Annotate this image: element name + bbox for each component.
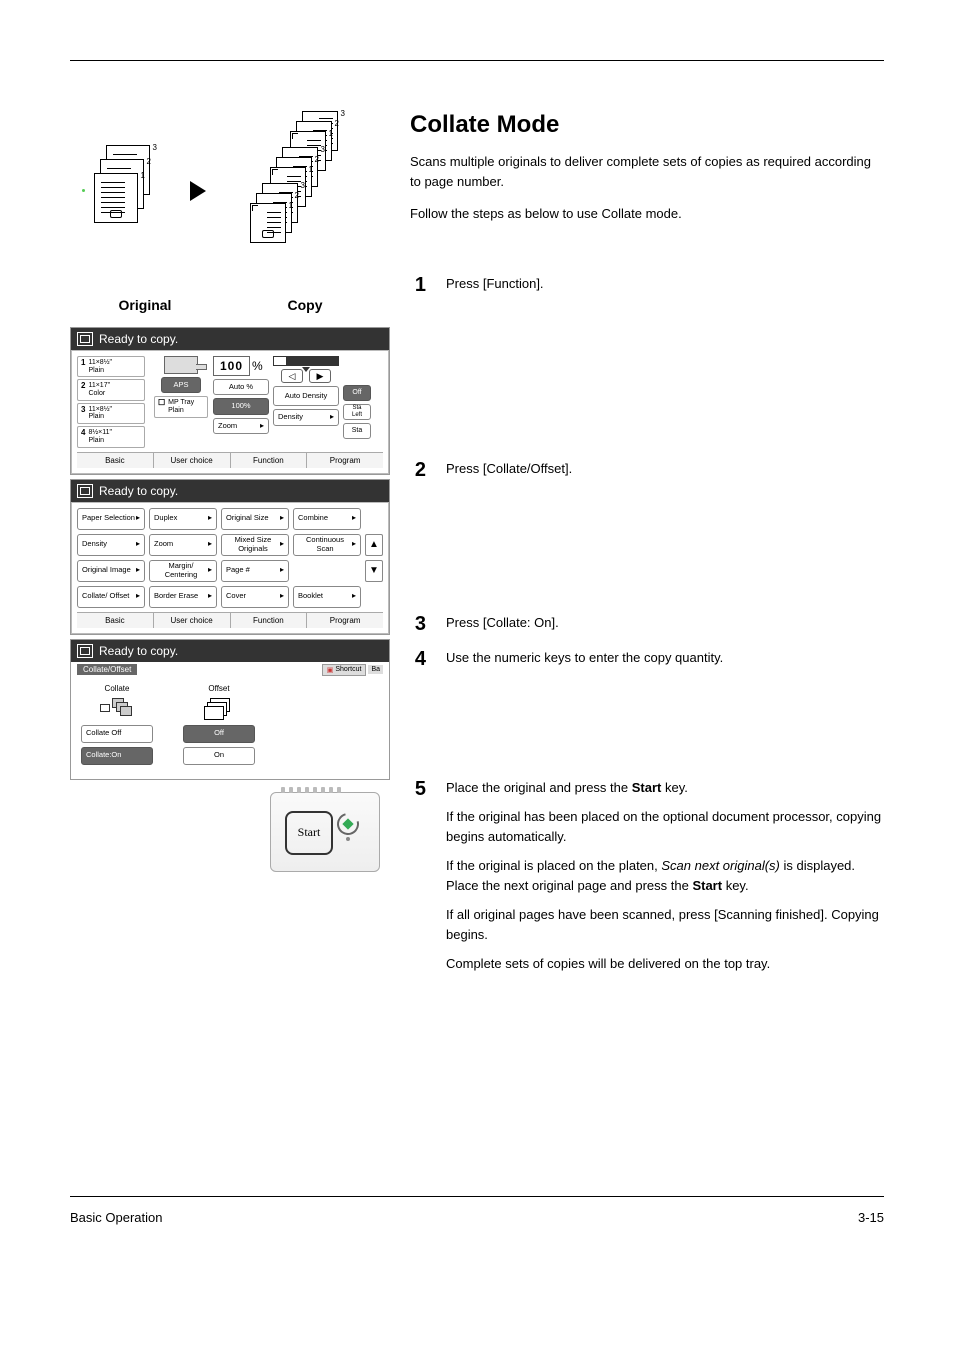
density-button[interactable]: Density▸ <box>273 409 339 426</box>
section-title: Collate Mode <box>410 111 884 139</box>
tab-program[interactable]: Program <box>306 452 383 468</box>
fn-density[interactable]: Density▸ <box>77 534 145 556</box>
offset-on-button[interactable]: On <box>183 747 255 765</box>
tab-program[interactable]: Program <box>306 612 383 628</box>
step-4-num: 4 <box>410 648 426 678</box>
label-original: Original <box>70 297 220 313</box>
fn-collate-offset[interactable]: Collate/ Offset▸ <box>77 586 145 608</box>
step-5-text: Place the original and press the Start k… <box>446 778 884 984</box>
scroll-down[interactable]: ▼ <box>365 560 383 582</box>
fn-paper-selection[interactable]: Paper Selection▸ <box>77 508 145 530</box>
fn-zoom[interactable]: Zoom▸ <box>149 534 217 556</box>
step-2-text: Press [Collate/Offset]. <box>446 459 884 479</box>
col-offset-header: Offset <box>183 684 255 693</box>
density-right[interactable]: ▶ <box>309 369 331 383</box>
screen-basic: Ready to copy. 111×8½"Plain 211×17"Color… <box>70 327 390 475</box>
aps-button[interactable]: APS <box>161 377 201 393</box>
offset-icon <box>183 697 255 721</box>
tab-userchoice[interactable]: User choice <box>153 452 230 468</box>
adf-icon <box>164 356 198 374</box>
step-1-text: Press [Function]. <box>446 274 884 294</box>
footer-left: Basic Operation <box>70 1210 163 1225</box>
tab-userchoice[interactable]: User choice <box>153 612 230 628</box>
collate-on-button[interactable]: Collate:On <box>81 747 153 765</box>
back-button[interactable]: Ba <box>368 665 383 674</box>
step-3-num: 3 <box>410 613 426 643</box>
fn-border-erase[interactable]: Border Erase▸ <box>149 586 217 608</box>
collate-icon <box>81 697 153 721</box>
tab-basic[interactable]: Basic <box>77 452 153 468</box>
staple-left[interactable]: Sta Left <box>343 404 371 420</box>
screen-collate-offset: Ready to copy. Collate/Offset ▣Shortcut … <box>70 639 390 780</box>
footer-right: 3-15 <box>858 1210 884 1225</box>
mp-tray[interactable]: ☐MP TrayPlain <box>154 396 208 417</box>
intro-p2: Follow the steps as below to use Collate… <box>410 204 884 224</box>
start-key[interactable]: Start <box>285 811 333 855</box>
screen-title: Ready to copy. <box>99 484 178 498</box>
tray-2[interactable]: 211×17"Color <box>77 379 145 400</box>
fn-original-size[interactable]: Original Size▸ <box>221 508 289 530</box>
intro-p1: Scans multiple originals to deliver comp… <box>410 152 884 191</box>
fn-page-num[interactable]: Page #▸ <box>221 560 289 582</box>
screen-function: Ready to copy. Paper Selection▸ Duplex▸ … <box>70 479 390 635</box>
staple-off[interactable]: Off <box>343 385 371 401</box>
step-4-text: Use the numeric keys to enter the copy q… <box>446 648 884 668</box>
start-key-area: Start <box>70 792 390 872</box>
fn-duplex[interactable]: Duplex▸ <box>149 508 217 530</box>
tray-3[interactable]: 311×8½"Plain <box>77 403 145 424</box>
step-1-num: 1 <box>410 274 426 304</box>
start-led-icon <box>337 813 359 835</box>
zoom-readout: 100 <box>213 356 250 376</box>
step-5-num: 5 <box>410 778 426 984</box>
auto-pct-button[interactable]: Auto % <box>213 379 269 395</box>
tab-function[interactable]: Function <box>230 452 307 468</box>
doc-icon <box>77 332 93 346</box>
density-left[interactable]: ◁ <box>281 369 303 383</box>
screen-title: Ready to copy. <box>99 644 178 658</box>
step-3-text: Press [Collate: On]. <box>446 613 884 633</box>
tray-1[interactable]: 111×8½"Plain <box>77 356 145 377</box>
staple[interactable]: Sta <box>343 423 371 439</box>
fn-continuous-scan[interactable]: Continuous Scan▸ <box>293 534 361 556</box>
screen-title: Ready to copy. <box>99 332 178 346</box>
hundred-button[interactable]: 100% <box>213 398 269 414</box>
col-collate-header: Collate <box>81 684 153 693</box>
collate-offset-title: Collate/Offset <box>77 664 137 675</box>
fn-combine[interactable]: Combine▸ <box>293 508 361 530</box>
tray-4[interactable]: 48½×11"Plain <box>77 426 145 447</box>
zoom-button[interactable]: Zoom▸ <box>213 418 269 435</box>
doc-icon <box>77 484 93 498</box>
offset-off-button[interactable]: Off <box>183 725 255 743</box>
tab-basic[interactable]: Basic <box>77 612 153 628</box>
auto-density-button[interactable]: Auto Density <box>273 386 339 406</box>
collate-diagram: 3 2 1 3 2 1 3 2 1 <box>70 111 390 291</box>
fn-margin-centering[interactable]: Margin/ Centering▸ <box>149 560 217 582</box>
fn-booklet[interactable]: Booklet▸ <box>293 586 361 608</box>
doc-icon <box>77 644 93 658</box>
tab-function[interactable]: Function <box>230 612 307 628</box>
fn-original-image[interactable]: Original Image▸ <box>77 560 145 582</box>
label-copy: Copy <box>220 297 390 313</box>
fn-cover[interactable]: Cover▸ <box>221 586 289 608</box>
fn-mixed-size[interactable]: Mixed Size Originals▸ <box>221 534 289 556</box>
shortcut-button[interactable]: ▣Shortcut <box>322 664 367 676</box>
scroll-up[interactable]: ▲ <box>365 534 383 556</box>
step-2-num: 2 <box>410 459 426 489</box>
collate-off-button[interactable]: Collate Off <box>81 725 153 743</box>
density-meter <box>273 356 339 366</box>
